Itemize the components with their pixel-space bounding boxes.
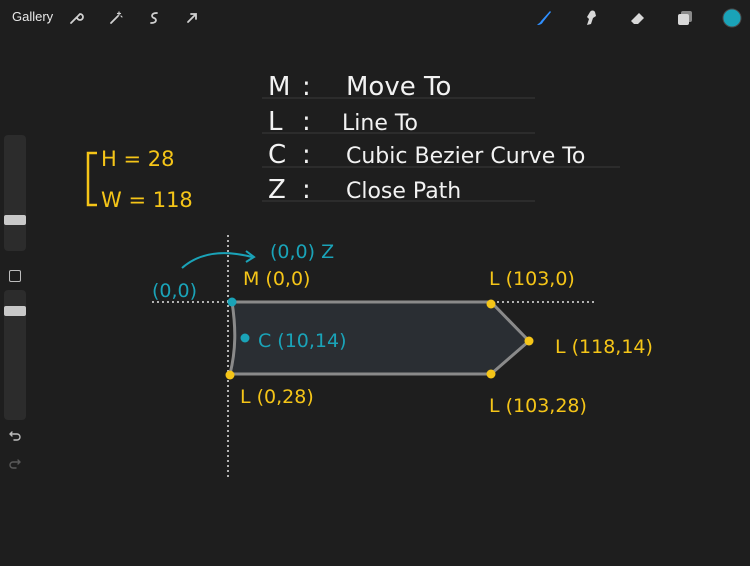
top-right-label: L (103,0) [489,268,575,290]
legend-text-z: Close Path [346,179,461,204]
tip-label: L (118,14) [555,336,653,358]
width-label: W = 118 [101,188,193,212]
legend-text-l: Line To [342,111,418,136]
close-label: (0,0) Z [270,241,334,263]
legend-key-c: C [268,140,286,170]
height-label: H = 28 [101,147,174,171]
bottom-right-label: L (103,28) [489,395,587,417]
close-path-arrow [181,252,253,269]
bottom-right-point [486,369,496,379]
legend-sep-c: : [302,140,311,170]
origin-label: (0,0) [152,280,197,302]
bottom-left-label: L (0,28) [240,386,314,408]
dimension-bracket [86,151,97,207]
legend-text-c: Cubic Bezier Curve To [346,144,585,169]
curve-control-point [240,333,250,343]
top-right-point [486,299,496,309]
drawing-canvas[interactable]: M : Move To L : Line To C : Cubic Bezier… [0,0,750,566]
curve-label: C (10,14) [258,330,347,352]
move-label: M (0,0) [243,268,310,290]
tip-point [524,336,534,346]
bottom-left-point [225,370,235,380]
move-point [227,297,237,307]
